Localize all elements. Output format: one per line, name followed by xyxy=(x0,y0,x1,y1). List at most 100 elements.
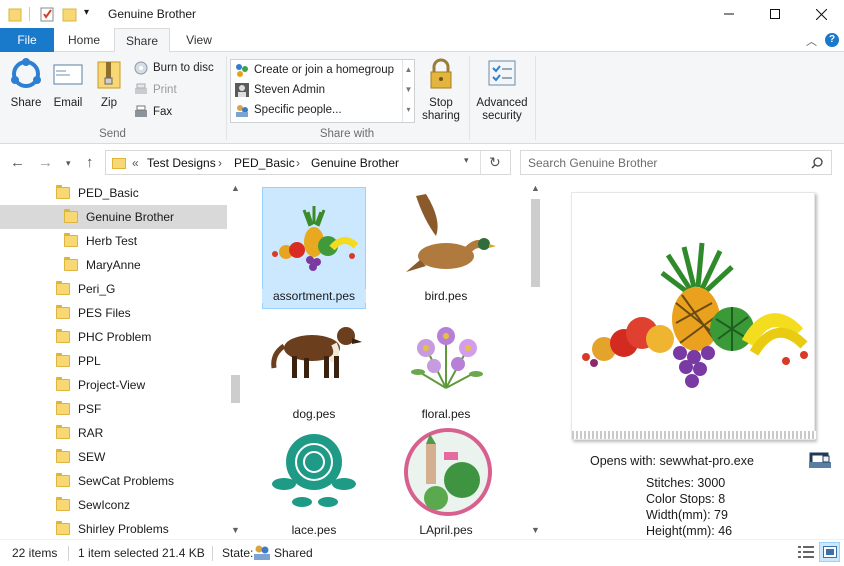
tree-item-label: Herb Test xyxy=(86,234,138,248)
large-icons-view-button[interactable] xyxy=(819,542,840,562)
tree-item-sew[interactable]: SEW xyxy=(0,445,227,469)
tree-item-label: SEW xyxy=(78,450,106,464)
address-dropdown-icon[interactable]: ▾ xyxy=(464,155,469,166)
window-title: Genuine Brother xyxy=(108,7,197,21)
folder-icon[interactable] xyxy=(8,6,22,25)
user-item[interactable]: Steven Admin xyxy=(235,83,325,97)
zip-label: Zip xyxy=(101,97,117,109)
fruit-assortment-thumbnail xyxy=(272,206,359,271)
scrollbar-thumb[interactable] xyxy=(231,375,240,403)
people-icon xyxy=(236,105,248,117)
width-stat: Width(mm): 79 xyxy=(646,508,728,522)
tree-item-ped-basic[interactable]: PED_Basic xyxy=(0,181,227,205)
selection-info: 1 item selected 21.4 KB xyxy=(78,546,205,560)
tree-item-rar[interactable]: RAR xyxy=(0,421,227,445)
file-name: floral.pes xyxy=(421,407,471,421)
breadcrumb-genuine-brother[interactable]: Genuine Brother xyxy=(311,156,399,170)
tree-item-phc-problem[interactable]: PHC Problem xyxy=(0,325,227,349)
ribbon-tabs: File Home Share View ︿ ? xyxy=(0,28,844,53)
folder-icon xyxy=(56,353,70,367)
tree-item-label: MaryAnne xyxy=(86,258,141,272)
tree-item-label: PES Files xyxy=(78,306,131,320)
up-button[interactable]: ↑ xyxy=(86,154,94,171)
nav-scrollbar[interactable]: ▲ ▼ xyxy=(227,181,244,539)
breadcrumb-separator: › xyxy=(218,156,222,170)
title-bar: ▾ Genuine Brother xyxy=(0,0,844,28)
scroll-down-icon[interactable]: ▼ xyxy=(527,525,544,535)
folder-icon xyxy=(56,449,70,463)
scroll-up-icon[interactable]: ▲ xyxy=(227,183,244,193)
homegroup-item[interactable]: Create or join a homegroup xyxy=(235,63,394,77)
tree-item-project-view[interactable]: Project-View xyxy=(0,373,227,397)
tree-item-label: SewIconz xyxy=(78,498,131,512)
share-list-scroll[interactable]: ▲ ▼ ▾ xyxy=(402,60,414,122)
tree-item-maryanne[interactable]: MaryAnne xyxy=(0,253,227,277)
address-field[interactable]: « Test Designs › PED_Basic › Genuine Bro… xyxy=(105,150,511,175)
specific-people-item[interactable]: Specific people... xyxy=(235,103,342,117)
specific-people-label: Specific people... xyxy=(254,104,342,116)
customize-toolbar-icon[interactable]: ▾ xyxy=(84,7,89,18)
minimize-button[interactable] xyxy=(706,0,752,28)
zip-button[interactable]: Zip xyxy=(92,58,126,109)
scroll-down-icon[interactable]: ▼ xyxy=(227,525,244,535)
advanced-security-label: Advanced security xyxy=(476,97,528,122)
breadcrumb-test-designs[interactable]: Test Designs xyxy=(147,156,216,170)
file-item-assortment[interactable]: assortment.pes xyxy=(262,187,366,309)
color-stops-stat: Color Stops: 8 xyxy=(646,492,726,506)
send-group-label: Send xyxy=(99,128,126,140)
tree-item-shirley-problems[interactable]: Shirley Problems xyxy=(0,517,227,539)
tree-item-sewiconz[interactable]: SewIconz xyxy=(0,493,227,517)
tree-item-peri-g[interactable]: Peri_G xyxy=(0,277,227,301)
file-item-lapril[interactable]: LApril.pes xyxy=(394,421,498,539)
scroll-up-icon[interactable]: ▲ xyxy=(527,183,544,193)
properties-icon[interactable] xyxy=(39,6,55,25)
refresh-icon[interactable]: ↻ xyxy=(489,154,501,171)
tree-item-ppl[interactable]: PPL xyxy=(0,349,227,373)
divider xyxy=(469,56,470,140)
sewing-machine-icon[interactable] xyxy=(807,448,833,475)
zip-folder-icon xyxy=(92,58,126,93)
fax-button[interactable]: Fax xyxy=(134,105,172,119)
tree-item-sewcat-problems[interactable]: SewCat Problems xyxy=(0,469,227,493)
print-button[interactable]: Print xyxy=(134,83,177,97)
scrollbar-thumb[interactable] xyxy=(531,199,540,287)
file-item-lace[interactable]: lace.pes xyxy=(262,421,366,539)
preview-stitch-border xyxy=(572,431,816,439)
maximize-button[interactable] xyxy=(752,0,798,28)
file-item-floral[interactable]: floral.pes xyxy=(394,305,498,427)
tree-item-herb-test[interactable]: Herb Test xyxy=(0,229,227,253)
tab-file[interactable]: File xyxy=(0,28,54,52)
tab-view[interactable]: View xyxy=(174,28,224,52)
lock-icon xyxy=(418,58,464,93)
help-icon[interactable]: ? xyxy=(825,33,839,47)
details-view-icon[interactable] xyxy=(798,545,814,562)
file-list-scrollbar[interactable]: ▲ ▼ xyxy=(527,181,544,539)
close-button[interactable] xyxy=(798,0,844,28)
new-folder-icon[interactable] xyxy=(62,6,78,25)
opens-with-text: Opens with: sewwhat-pro.exe xyxy=(590,454,754,468)
recent-locations-button[interactable]: ▾ xyxy=(66,158,71,169)
breadcrumb-ped-basic[interactable]: PED_Basic xyxy=(234,156,295,170)
tab-home[interactable]: Home xyxy=(58,28,110,52)
tab-share[interactable]: Share xyxy=(114,28,170,53)
collapse-ribbon-icon[interactable]: ︿ xyxy=(806,33,817,49)
share-with-list[interactable]: Create or join a homegroup Steven Admin … xyxy=(230,59,415,123)
tree-item-pes-files[interactable]: PES Files xyxy=(0,301,227,325)
burn-to-disc-button[interactable]: Burn to disc xyxy=(134,61,214,75)
share-button[interactable]: Share xyxy=(8,58,44,109)
search-input[interactable]: Search Genuine Brother xyxy=(520,150,832,175)
file-item-dog[interactable]: dog.pes xyxy=(262,305,366,427)
file-item-bird[interactable]: bird.pes xyxy=(394,187,498,309)
forward-button[interactable]: → xyxy=(38,154,53,171)
search-icon[interactable] xyxy=(811,157,823,169)
tree-item-psf[interactable]: PSF xyxy=(0,397,227,421)
back-button[interactable]: ← xyxy=(10,154,25,171)
navigation-pane: PED_Basic Genuine Brother Herb Test Mary… xyxy=(0,181,244,539)
tree-item-genuine-brother[interactable]: Genuine Brother xyxy=(0,205,227,229)
breadcrumb-overflow[interactable]: « xyxy=(132,156,139,170)
advanced-security-button[interactable]: Advanced security xyxy=(474,58,530,123)
duck-thumbnail xyxy=(406,194,496,272)
stop-sharing-button[interactable]: Stop sharing xyxy=(418,58,464,123)
email-button[interactable]: Email xyxy=(50,58,86,109)
file-list: assortment.pes bird.pes dog.pes floral.p… xyxy=(244,181,544,539)
